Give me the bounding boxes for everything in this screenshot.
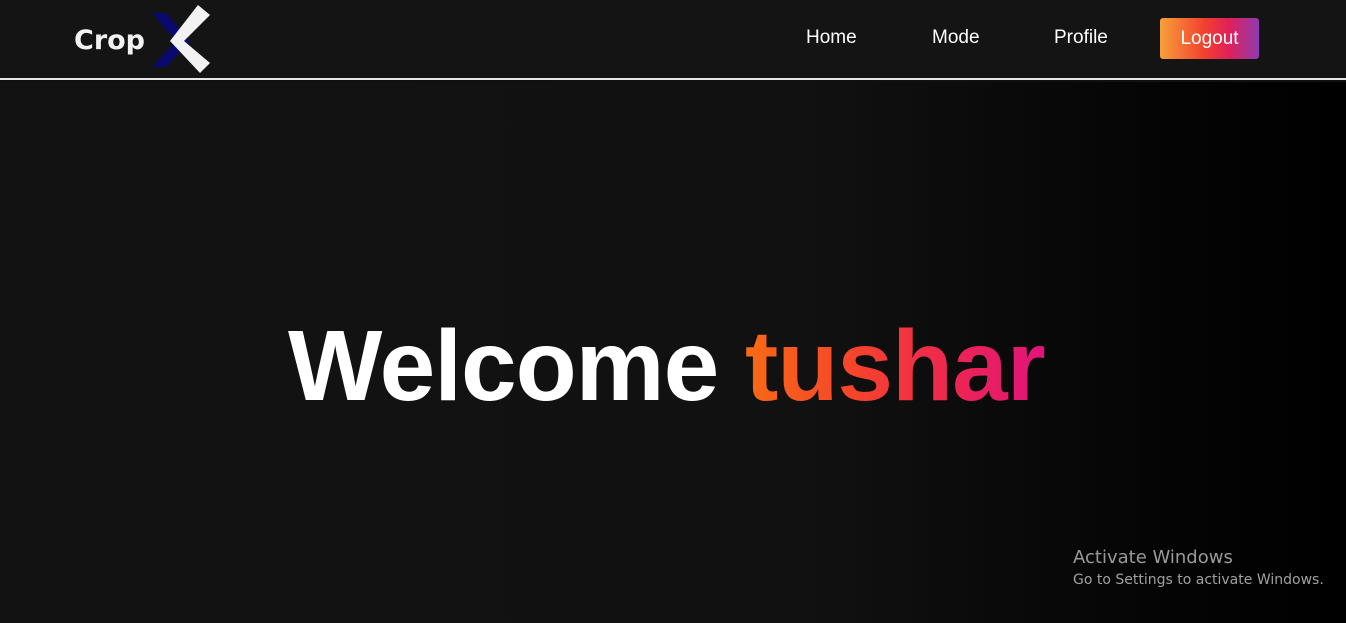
top-navbar: Crop Home Mode Profile Logout [0, 0, 1346, 80]
cropx-logo[interactable]: Crop [74, 5, 214, 73]
nav-link-mode[interactable]: Mode [932, 27, 980, 49]
username-text: tushar [745, 310, 1046, 422]
watermark-title: Activate Windows [1073, 547, 1233, 568]
nav-link-profile[interactable]: Profile [1054, 27, 1108, 49]
x-logo-icon [152, 5, 210, 73]
logo-text: Crop [74, 25, 146, 56]
watermark-subtitle: Go to Settings to activate Windows. [1073, 572, 1324, 588]
nav-link-home[interactable]: Home [806, 27, 857, 49]
logout-button[interactable]: Logout [1160, 18, 1259, 59]
welcome-heading: Welcome tushar [288, 316, 1046, 416]
welcome-text: Welcome [288, 310, 719, 422]
windows-activation-watermark: Activate Windows Go to Settings to activ… [1073, 547, 1324, 588]
